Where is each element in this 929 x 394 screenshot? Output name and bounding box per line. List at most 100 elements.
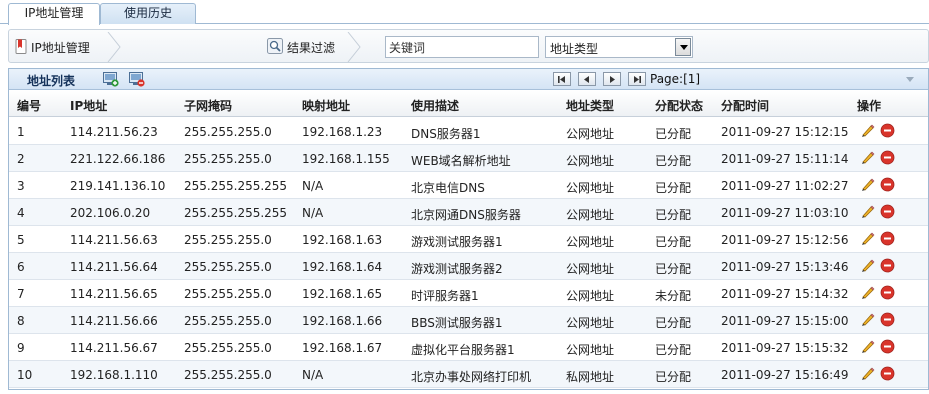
cell-id: 4 [17,206,25,220]
pencil-icon[interactable] [860,312,875,327]
cell-ip: 114.211.56.23 [70,125,158,139]
cell-id: 5 [17,233,25,247]
column-header-actions: 操作 [857,99,882,113]
table-row[interactable]: 2 221.122.66.186 255.255.255.0 192.168.1.15… [9,145,928,172]
page-indicator: Page:[1] [650,72,701,86]
cell-id: 6 [17,260,25,274]
pencil-icon[interactable] [860,339,875,354]
remove-icon[interactable] [880,285,895,300]
pencil-icon[interactable] [860,258,875,273]
pencil-icon[interactable] [860,204,875,219]
breadcrumb[interactable]: IP地址管理 [15,35,90,59]
table-header: 编号 IP地址 子网掩码 映射地址 使用描述 地址类型 分配状态 分配时间 操作 [9,91,928,117]
filter-results-label: 结果过滤 [287,40,336,55]
cell-time: 2011-09-27 15:14:32 [721,287,849,301]
cell-mapped: N/A [302,179,324,193]
pencil-icon[interactable] [860,231,875,246]
column-header-id[interactable]: 编号 [17,97,41,114]
pencil-icon[interactable] [860,123,875,138]
cell-time: 2011-09-27 15:12:15 [721,125,849,139]
cell-time: 2011-09-27 11:02:27 [721,179,849,193]
column-header-mask[interactable]: 子网掩码 [184,97,232,114]
cell-mask: 255.255.255.0 [184,125,272,139]
remove-icon[interactable] [880,231,895,246]
pencil-icon[interactable] [860,177,875,192]
table-row[interactable]: 4 202.106.0.20 255.255.255.255 N/A 北京网通DNS服务… [9,199,928,226]
cell-id: 7 [17,287,25,301]
remove-icon[interactable] [880,339,895,354]
remove-icon[interactable] [880,312,895,327]
table-row[interactable]: 9 114.211.56.67 255.255.255.0 192.168.1.67 虚… [9,334,928,361]
pencil-icon[interactable] [860,285,875,300]
cell-mapped: 192.168.1.66 [302,314,383,328]
tab-ip-management[interactable]: IP地址管理 [8,3,100,25]
cell-type: 公网地址 [566,208,615,222]
column-header-description[interactable]: 使用描述 [411,97,459,114]
address-grid: 地址列表 Page:[1] 编号 IP地址 子网掩码 映射地址 使用描述 地址类… [8,68,929,390]
tab-strip: IP地址管理 使用历史 [0,0,929,25]
grid-header-bar: 地址列表 Page:[1] [9,69,928,90]
cell-description: 游戏测试服务器1 [411,235,503,249]
cell-id: 2 [17,152,25,166]
remove-icon[interactable] [880,258,895,273]
cell-description: 北京电信DNS [411,181,485,195]
column-header-type[interactable]: 地址类型 [566,97,614,114]
add-address-icon[interactable] [103,72,119,87]
first-page-icon[interactable] [553,72,571,86]
next-page-icon[interactable] [603,72,621,86]
table-row[interactable]: 7 114.211.56.65 255.255.255.0 192.168.1.65 时… [9,280,928,307]
filter-separator-icon [347,32,361,62]
remove-icon[interactable] [880,123,895,138]
table-row[interactable]: 1 114.211.56.23 255.255.255.0 192.168.1.23 D… [9,118,928,145]
tab-usage-history[interactable]: 使用历史 [100,3,196,24]
cell-ip: 114.211.56.65 [70,287,158,301]
address-type-value: 地址类型 [550,42,599,56]
cell-ip: 192.168.1.110 [70,368,158,382]
cell-description: 时评服务器1 [411,289,479,303]
keyword-input[interactable] [385,36,539,58]
table-row[interactable]: 10 192.168.1.110 255.255.255.0 N/A 北京办事处网络打印… [9,361,928,388]
pencil-icon[interactable] [860,366,875,381]
remove-icon[interactable] [880,150,895,165]
previous-page-icon[interactable] [578,72,596,86]
table-row[interactable]: 5 114.211.56.63 255.255.255.0 192.168.1.63 游… [9,226,928,253]
cell-status: 已分配 [655,235,692,249]
chevron-down-icon[interactable] [675,38,691,56]
cell-status: 已分配 [655,127,692,141]
pencil-icon[interactable] [860,150,875,165]
cell-id: 9 [17,341,25,355]
delete-address-icon[interactable] [129,72,145,87]
last-page-icon[interactable] [628,72,646,86]
cell-description: DNS服务器1 [411,127,481,141]
cell-type: 公网地址 [566,181,615,195]
column-header-status[interactable]: 分配状态 [655,97,703,114]
cell-id: 10 [17,368,33,382]
filter-results-button[interactable]: 结果过滤 [267,35,339,59]
column-header-ip[interactable]: IP地址 [70,97,107,114]
cell-type: 公网地址 [566,235,615,249]
address-type-select[interactable]: 地址类型 [545,36,693,58]
cell-status: 已分配 [655,262,692,276]
cell-type: 公网地址 [566,343,615,357]
cell-time: 2011-09-27 15:12:56 [721,233,849,247]
cell-mask: 255.255.255.255 [184,179,288,193]
magnifier-icon [267,37,283,57]
collapse-icon[interactable] [905,73,915,83]
remove-icon[interactable] [880,366,895,381]
cell-mapped: 192.168.1.63 [302,233,383,247]
cell-mask: 255.255.255.0 [184,152,272,166]
table-row[interactable]: 6 114.211.56.64 255.255.255.0 192.168.1.64 游… [9,253,928,280]
cell-type: 公网地址 [566,127,615,141]
breadcrumb-label: IP地址管理 [31,40,90,55]
table-row[interactable]: 3 219.141.136.10 255.255.255.255 N/A 北京电信DNS… [9,172,928,199]
cell-description: 游戏测试服务器2 [411,262,503,276]
cell-mapped: N/A [302,206,324,220]
table-row[interactable]: 8 114.211.56.66 255.255.255.0 192.168.1.66 B… [9,307,928,334]
column-header-time[interactable]: 分配时间 [721,97,769,114]
column-header-mapped[interactable]: 映射地址 [302,97,350,114]
cell-mask: 255.255.255.0 [184,260,272,274]
cell-status: 已分配 [655,370,692,384]
remove-icon[interactable] [880,204,895,219]
remove-icon[interactable] [880,177,895,192]
cell-mask: 255.255.255.0 [184,314,272,328]
